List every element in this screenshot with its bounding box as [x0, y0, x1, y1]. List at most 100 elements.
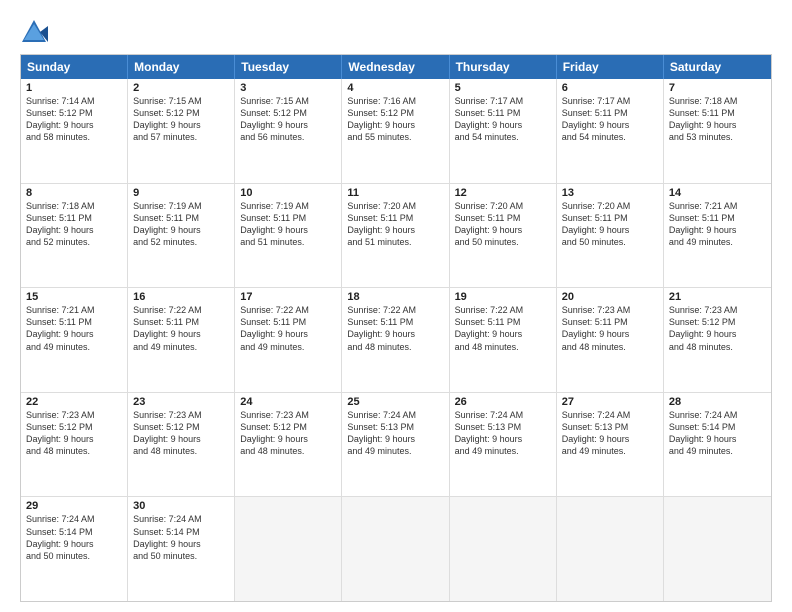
day-number: 17 — [240, 291, 336, 303]
calendar-cell-day-9: 9Sunrise: 7:19 AMSunset: 5:11 PMDaylight… — [128, 184, 235, 288]
cell-sun-info: Sunrise: 7:23 AMSunset: 5:12 PMDaylight:… — [240, 409, 336, 458]
day-number: 8 — [26, 187, 122, 199]
calendar-cell-day-11: 11Sunrise: 7:20 AMSunset: 5:11 PMDayligh… — [342, 184, 449, 288]
calendar-row-3: 15Sunrise: 7:21 AMSunset: 5:11 PMDayligh… — [21, 287, 771, 392]
calendar-cell-day-13: 13Sunrise: 7:20 AMSunset: 5:11 PMDayligh… — [557, 184, 664, 288]
cell-sun-info: Sunrise: 7:18 AMSunset: 5:11 PMDaylight:… — [669, 95, 766, 144]
day-number: 20 — [562, 291, 658, 303]
calendar-header: SundayMondayTuesdayWednesdayThursdayFrid… — [21, 55, 771, 79]
day-number: 22 — [26, 396, 122, 408]
calendar-cell-day-26: 26Sunrise: 7:24 AMSunset: 5:13 PMDayligh… — [450, 393, 557, 497]
day-number: 4 — [347, 82, 443, 94]
day-number: 1 — [26, 82, 122, 94]
day-number: 24 — [240, 396, 336, 408]
calendar-cell-day-4: 4Sunrise: 7:16 AMSunset: 5:12 PMDaylight… — [342, 79, 449, 183]
calendar-cell-empty — [235, 497, 342, 601]
calendar-cell-empty — [342, 497, 449, 601]
cell-sun-info: Sunrise: 7:19 AMSunset: 5:11 PMDaylight:… — [133, 200, 229, 249]
weekday-header-monday: Monday — [128, 55, 235, 79]
cell-sun-info: Sunrise: 7:23 AMSunset: 5:12 PMDaylight:… — [133, 409, 229, 458]
calendar-cell-day-27: 27Sunrise: 7:24 AMSunset: 5:13 PMDayligh… — [557, 393, 664, 497]
day-number: 3 — [240, 82, 336, 94]
calendar-cell-day-3: 3Sunrise: 7:15 AMSunset: 5:12 PMDaylight… — [235, 79, 342, 183]
weekday-header-friday: Friday — [557, 55, 664, 79]
calendar-cell-day-15: 15Sunrise: 7:21 AMSunset: 5:11 PMDayligh… — [21, 288, 128, 392]
cell-sun-info: Sunrise: 7:24 AMSunset: 5:14 PMDaylight:… — [133, 513, 229, 562]
logo — [20, 18, 52, 46]
cell-sun-info: Sunrise: 7:23 AMSunset: 5:12 PMDaylight:… — [26, 409, 122, 458]
calendar-cell-empty — [450, 497, 557, 601]
day-number: 30 — [133, 500, 229, 512]
day-number: 16 — [133, 291, 229, 303]
day-number: 2 — [133, 82, 229, 94]
calendar-row-4: 22Sunrise: 7:23 AMSunset: 5:12 PMDayligh… — [21, 392, 771, 497]
cell-sun-info: Sunrise: 7:23 AMSunset: 5:12 PMDaylight:… — [669, 304, 766, 353]
calendar-cell-day-24: 24Sunrise: 7:23 AMSunset: 5:12 PMDayligh… — [235, 393, 342, 497]
cell-sun-info: Sunrise: 7:22 AMSunset: 5:11 PMDaylight:… — [347, 304, 443, 353]
cell-sun-info: Sunrise: 7:22 AMSunset: 5:11 PMDaylight:… — [240, 304, 336, 353]
cell-sun-info: Sunrise: 7:23 AMSunset: 5:11 PMDaylight:… — [562, 304, 658, 353]
calendar-cell-day-6: 6Sunrise: 7:17 AMSunset: 5:11 PMDaylight… — [557, 79, 664, 183]
calendar-cell-day-22: 22Sunrise: 7:23 AMSunset: 5:12 PMDayligh… — [21, 393, 128, 497]
cell-sun-info: Sunrise: 7:17 AMSunset: 5:11 PMDaylight:… — [562, 95, 658, 144]
day-number: 27 — [562, 396, 658, 408]
calendar-cell-day-28: 28Sunrise: 7:24 AMSunset: 5:14 PMDayligh… — [664, 393, 771, 497]
calendar-cell-day-10: 10Sunrise: 7:19 AMSunset: 5:11 PMDayligh… — [235, 184, 342, 288]
header — [20, 18, 772, 46]
calendar-cell-day-17: 17Sunrise: 7:22 AMSunset: 5:11 PMDayligh… — [235, 288, 342, 392]
calendar-cell-day-20: 20Sunrise: 7:23 AMSunset: 5:11 PMDayligh… — [557, 288, 664, 392]
cell-sun-info: Sunrise: 7:21 AMSunset: 5:11 PMDaylight:… — [26, 304, 122, 353]
weekday-header-sunday: Sunday — [21, 55, 128, 79]
calendar-cell-day-18: 18Sunrise: 7:22 AMSunset: 5:11 PMDayligh… — [342, 288, 449, 392]
day-number: 13 — [562, 187, 658, 199]
calendar-cell-day-8: 8Sunrise: 7:18 AMSunset: 5:11 PMDaylight… — [21, 184, 128, 288]
day-number: 23 — [133, 396, 229, 408]
calendar-row-2: 8Sunrise: 7:18 AMSunset: 5:11 PMDaylight… — [21, 183, 771, 288]
day-number: 15 — [26, 291, 122, 303]
cell-sun-info: Sunrise: 7:19 AMSunset: 5:11 PMDaylight:… — [240, 200, 336, 249]
day-number: 6 — [562, 82, 658, 94]
cell-sun-info: Sunrise: 7:16 AMSunset: 5:12 PMDaylight:… — [347, 95, 443, 144]
cell-sun-info: Sunrise: 7:15 AMSunset: 5:12 PMDaylight:… — [240, 95, 336, 144]
calendar-cell-day-5: 5Sunrise: 7:17 AMSunset: 5:11 PMDaylight… — [450, 79, 557, 183]
calendar-cell-day-30: 30Sunrise: 7:24 AMSunset: 5:14 PMDayligh… — [128, 497, 235, 601]
calendar-cell-day-23: 23Sunrise: 7:23 AMSunset: 5:12 PMDayligh… — [128, 393, 235, 497]
day-number: 26 — [455, 396, 551, 408]
calendar-cell-day-25: 25Sunrise: 7:24 AMSunset: 5:13 PMDayligh… — [342, 393, 449, 497]
weekday-header-tuesday: Tuesday — [235, 55, 342, 79]
cell-sun-info: Sunrise: 7:24 AMSunset: 5:13 PMDaylight:… — [455, 409, 551, 458]
day-number: 21 — [669, 291, 766, 303]
cell-sun-info: Sunrise: 7:22 AMSunset: 5:11 PMDaylight:… — [133, 304, 229, 353]
day-number: 11 — [347, 187, 443, 199]
calendar-cell-day-21: 21Sunrise: 7:23 AMSunset: 5:12 PMDayligh… — [664, 288, 771, 392]
calendar-cell-day-12: 12Sunrise: 7:20 AMSunset: 5:11 PMDayligh… — [450, 184, 557, 288]
day-number: 12 — [455, 187, 551, 199]
day-number: 7 — [669, 82, 766, 94]
day-number: 5 — [455, 82, 551, 94]
calendar-body: 1Sunrise: 7:14 AMSunset: 5:12 PMDaylight… — [21, 79, 771, 601]
calendar-cell-empty — [664, 497, 771, 601]
cell-sun-info: Sunrise: 7:15 AMSunset: 5:12 PMDaylight:… — [133, 95, 229, 144]
day-number: 19 — [455, 291, 551, 303]
calendar-cell-day-19: 19Sunrise: 7:22 AMSunset: 5:11 PMDayligh… — [450, 288, 557, 392]
calendar-cell-day-1: 1Sunrise: 7:14 AMSunset: 5:12 PMDaylight… — [21, 79, 128, 183]
weekday-header-saturday: Saturday — [664, 55, 771, 79]
cell-sun-info: Sunrise: 7:20 AMSunset: 5:11 PMDaylight:… — [455, 200, 551, 249]
cell-sun-info: Sunrise: 7:17 AMSunset: 5:11 PMDaylight:… — [455, 95, 551, 144]
calendar-row-1: 1Sunrise: 7:14 AMSunset: 5:12 PMDaylight… — [21, 79, 771, 183]
cell-sun-info: Sunrise: 7:24 AMSunset: 5:14 PMDaylight:… — [26, 513, 122, 562]
cell-sun-info: Sunrise: 7:24 AMSunset: 5:13 PMDaylight:… — [562, 409, 658, 458]
day-number: 14 — [669, 187, 766, 199]
calendar-cell-day-7: 7Sunrise: 7:18 AMSunset: 5:11 PMDaylight… — [664, 79, 771, 183]
calendar-cell-day-29: 29Sunrise: 7:24 AMSunset: 5:14 PMDayligh… — [21, 497, 128, 601]
day-number: 28 — [669, 396, 766, 408]
day-number: 10 — [240, 187, 336, 199]
day-number: 18 — [347, 291, 443, 303]
calendar-cell-day-16: 16Sunrise: 7:22 AMSunset: 5:11 PMDayligh… — [128, 288, 235, 392]
calendar-cell-empty — [557, 497, 664, 601]
calendar-cell-day-2: 2Sunrise: 7:15 AMSunset: 5:12 PMDaylight… — [128, 79, 235, 183]
cell-sun-info: Sunrise: 7:24 AMSunset: 5:13 PMDaylight:… — [347, 409, 443, 458]
logo-icon — [20, 18, 48, 46]
day-number: 9 — [133, 187, 229, 199]
cell-sun-info: Sunrise: 7:22 AMSunset: 5:11 PMDaylight:… — [455, 304, 551, 353]
